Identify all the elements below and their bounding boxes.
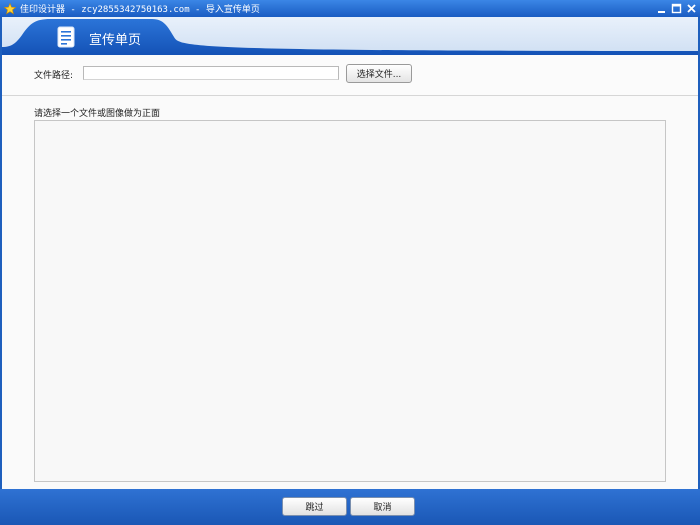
window-title: 佳印设计器 - zcy2855342750163.com - 导入宣传单页	[20, 5, 260, 15]
title-bar[interactable]: 佳印设计器 - zcy2855342750163.com - 导入宣传单页	[0, 0, 700, 17]
header-band: 宣传单页	[2, 17, 698, 55]
skip-button[interactable]: 跳过	[282, 497, 347, 516]
cancel-button[interactable]: 取消	[350, 497, 415, 516]
select-prompt: 请选择一个文件或图像做为正面	[34, 109, 161, 119]
file-path-label: 文件路径:	[34, 71, 74, 81]
minimize-icon[interactable]	[655, 2, 668, 15]
content-panel: 文件路径: 选择文件... 请选择一个文件或图像做为正面	[2, 55, 698, 489]
tab-flyer[interactable]: 宣传单页	[89, 29, 141, 48]
star-icon	[3, 2, 16, 15]
close-icon[interactable]	[685, 2, 698, 15]
choose-file-button[interactable]: 选择文件...	[346, 64, 412, 83]
window-controls	[655, 2, 698, 15]
file-path-input[interactable]	[83, 66, 339, 80]
footer-bar: 跳过 取消	[0, 489, 700, 525]
import-flyer-window: 佳印设计器 - zcy2855342750163.com - 导入宣传单页 宣传…	[0, 0, 700, 525]
maximize-icon[interactable]	[670, 2, 683, 15]
file-path-row: 文件路径: 选择文件...	[2, 55, 698, 96]
preview-section: 请选择一个文件或图像做为正面	[2, 96, 698, 489]
document-icon	[57, 26, 75, 48]
preview-box[interactable]	[34, 120, 666, 482]
